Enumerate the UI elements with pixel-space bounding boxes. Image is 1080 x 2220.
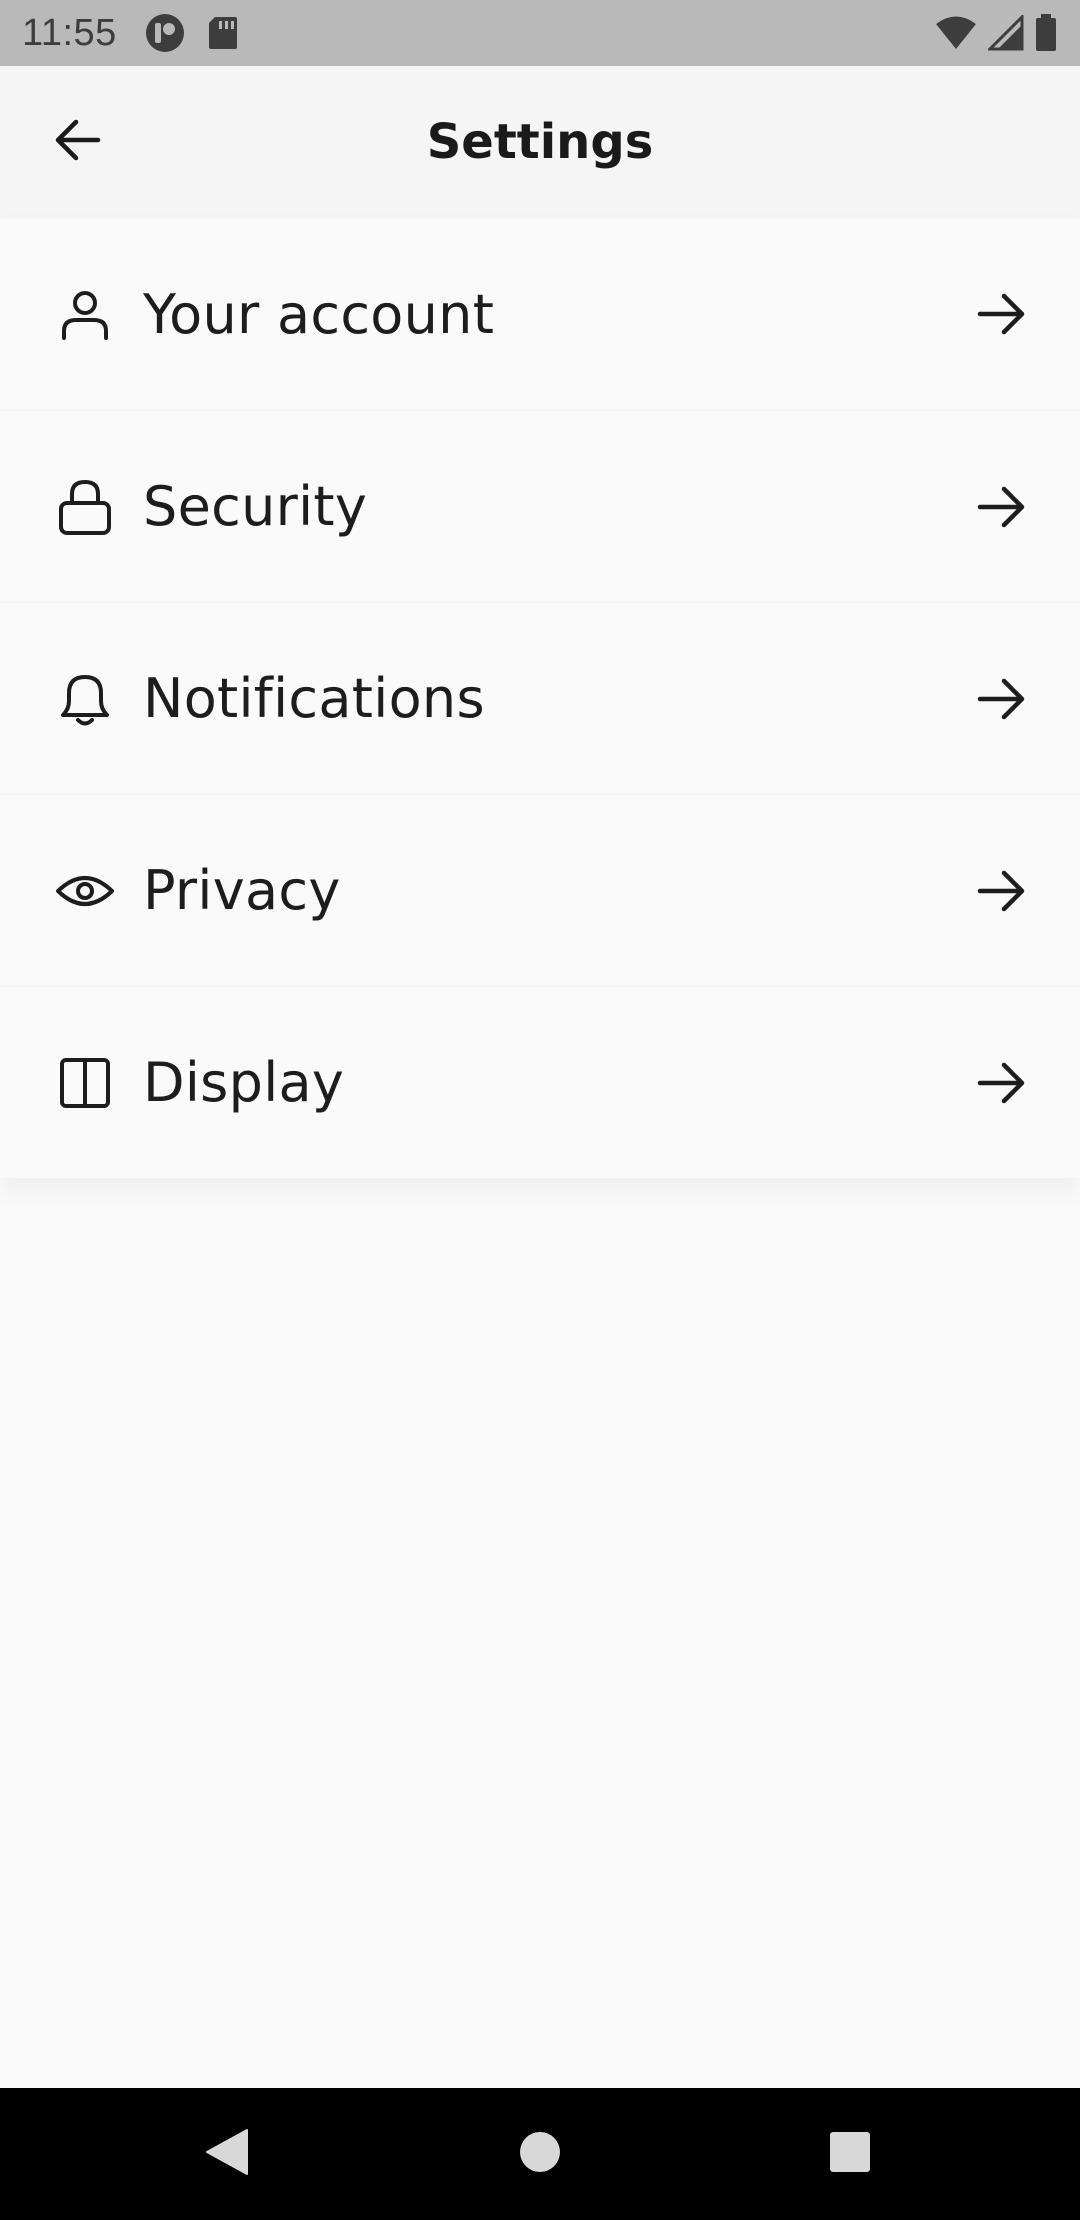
app-notification-icon — [145, 13, 185, 53]
wifi-icon — [934, 15, 978, 51]
status-left-icons — [145, 13, 239, 53]
settings-item-security[interactable]: Security — [0, 410, 1080, 602]
back-triangle-icon — [203, 2127, 249, 2182]
status-right-icons — [934, 14, 1058, 52]
settings-list: Your account Security Notifications Priv… — [0, 218, 1080, 1178]
lock-icon — [55, 477, 115, 537]
nav-back-button[interactable] — [196, 2124, 256, 2184]
settings-item-label: Your account — [143, 282, 495, 346]
arrow-right-icon — [970, 859, 1034, 923]
eye-icon — [55, 861, 115, 921]
arrow-right-icon — [970, 1051, 1034, 1115]
status-time: 11:55 — [22, 11, 117, 54]
display-layout-icon — [55, 1053, 115, 1113]
settings-item-label: Privacy — [143, 859, 341, 922]
navigation-bar — [0, 2088, 1080, 2220]
settings-item-notifications[interactable]: Notifications — [0, 602, 1080, 794]
settings-item-your-account[interactable]: Your account — [0, 218, 1080, 410]
arrow-left-icon — [52, 114, 104, 171]
settings-item-label: Display — [143, 1051, 345, 1114]
back-button[interactable] — [30, 106, 126, 178]
arrow-right-icon — [970, 475, 1034, 539]
nav-recents-button[interactable] — [820, 2124, 880, 2184]
arrow-right-icon — [970, 667, 1034, 731]
settings-item-privacy[interactable]: Privacy — [0, 794, 1080, 986]
app-bar: Settings — [0, 66, 1080, 218]
status-bar: 11:55 — [0, 0, 1080, 66]
battery-icon — [1034, 14, 1058, 52]
person-icon — [55, 284, 115, 344]
home-circle-icon — [518, 2130, 562, 2179]
settings-item-display[interactable]: Display — [0, 986, 1080, 1178]
settings-item-label: Security — [143, 475, 368, 538]
page-title: Settings — [426, 114, 654, 170]
settings-item-label: Notifications — [143, 667, 485, 730]
recents-square-icon — [828, 2130, 872, 2179]
sd-card-icon — [207, 15, 239, 51]
arrow-right-icon — [970, 282, 1034, 346]
bell-icon — [55, 669, 115, 729]
nav-home-button[interactable] — [510, 2124, 570, 2184]
cellular-signal-icon — [988, 15, 1024, 51]
